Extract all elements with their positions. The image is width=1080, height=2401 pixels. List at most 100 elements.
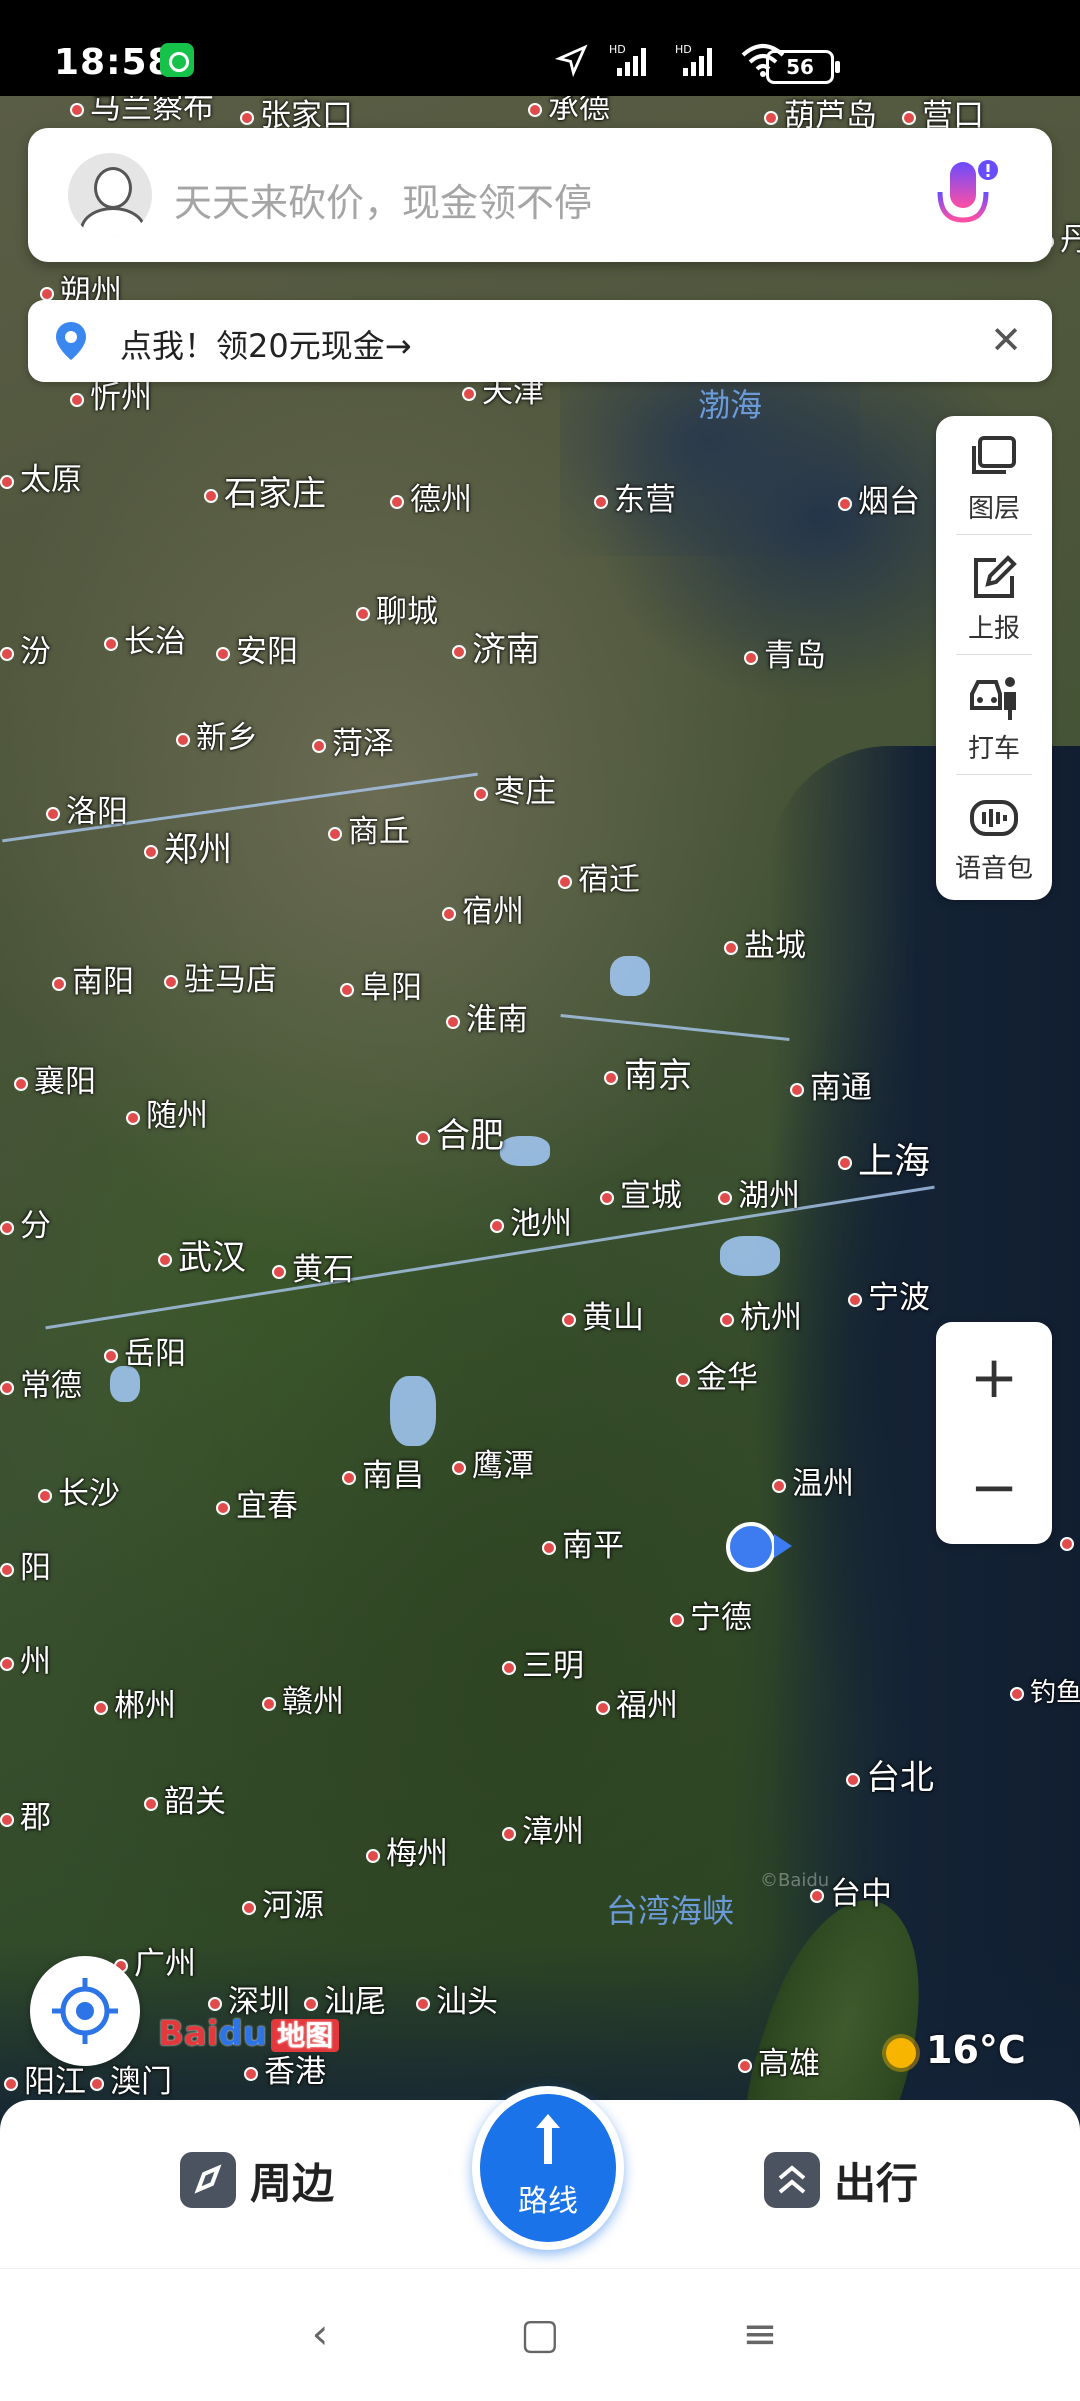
route-button[interactable]: 路线 [472,2086,624,2250]
city-dot-icon [14,1076,28,1091]
city-dot-icon [442,906,456,921]
city-label[interactable]: 汾 [0,626,51,671]
city-label[interactable]: 阳 [0,1542,51,1587]
locate-me-button[interactable] [30,1956,140,2066]
city-label[interactable]: 州 [0,1636,51,1681]
city-label[interactable]: 聊城 [356,586,438,631]
city-label[interactable]: 南昌 [342,1450,424,1495]
city-dot-icon [720,1312,734,1327]
city-label[interactable]: 合肥 [416,1108,504,1157]
city-label[interactable]: 长沙 [38,1468,120,1513]
city-label[interactable]: 福州 [596,1680,678,1725]
zoom-out-button[interactable]: − [936,1432,1052,1542]
city-label[interactable]: 梅州 [366,1828,448,1873]
city-label[interactable]: 枣庄 [474,766,556,811]
zoom-controls: + − [936,1322,1052,1544]
city-label[interactable]: 武汉 [158,1230,246,1279]
city-label[interactable]: 石家庄 [204,466,326,515]
city-label[interactable]: 宁德 [670,1592,752,1637]
city-label[interactable]: 三明 [502,1640,584,1685]
city-label[interactable]: 宁波 [848,1272,930,1317]
report-button[interactable]: 上报 [936,536,1052,654]
city-label[interactable]: 台北 [846,1750,934,1799]
city-label[interactable]: 常德 [0,1360,82,1405]
map-canvas[interactable]: 渤海 台湾海峡 ©Baidu 马兰察布 张家口 承德 葫芦岛 营口 朔州 忻州 … [0,96,1080,2260]
taxi-button[interactable]: 打车 [936,656,1052,774]
city-label[interactable]: 温州 [772,1458,854,1503]
city-label[interactable]: 南京 [604,1048,692,1097]
city-label[interactable]: 鹰潭 [452,1440,534,1485]
city-label[interactable]: 黄山 [562,1292,644,1337]
city-label[interactable]: 高雄 [738,2038,820,2083]
back-button[interactable]: ‹ [290,2309,350,2359]
system-nav-bar: ‹ ▢ ≡ [0,2268,1080,2401]
city-label[interactable]: 宜春 [216,1480,298,1525]
city-label[interactable]: 承德 [528,96,610,127]
taihu-lake [720,1236,780,1276]
search-bar[interactable]: 天天来砍价，现金领不停 [28,128,1052,262]
city-dot-icon [272,1264,286,1279]
city-label[interactable]: 青岛 [744,630,826,675]
layers-button[interactable]: 图层 [936,416,1052,534]
city-label[interactable]: 宣城 [600,1170,682,1215]
city-label[interactable]: 郴州 [94,1680,176,1725]
city-label[interactable]: 郑州 [144,822,232,871]
city-dot-icon [94,1700,108,1715]
city-label[interactable]: 宿迁 [558,854,640,899]
travel-button[interactable]: 出行 [764,2148,918,2212]
city-label[interactable]: 杭州 [720,1292,802,1337]
city-label[interactable]: 金华 [676,1352,758,1397]
city-label[interactable]: 钓鱼岛 [1010,1672,1080,1709]
city-label[interactable]: 岳阳 [104,1328,186,1373]
city-label[interactable]: 河源 [242,1880,324,1925]
close-icon[interactable]: ✕ [984,318,1028,362]
city-label[interactable]: 洛阳 [46,786,128,831]
city-label[interactable]: 上海 [838,1132,930,1184]
nearby-button[interactable]: 周边 [180,2148,334,2212]
city-label[interactable]: 汕头 [416,1976,498,2021]
city-label[interactable]: 东 [1060,1516,1080,1561]
city-label[interactable]: 新乡 [176,712,258,757]
city-label[interactable]: 菏泽 [312,718,394,763]
search-input[interactable]: 天天来砍价，现金领不停 [174,172,592,227]
baidu-map-logo: Baidu 地图 [158,2014,340,2054]
city-label[interactable]: 宿州 [442,886,524,931]
zoom-in-button[interactable]: + [936,1322,1052,1432]
city-label[interactable]: 安阳 [216,626,298,671]
promo-banner[interactable]: 点我！领20元现金→ ✕ [28,300,1052,382]
weather-widget[interactable]: 16°C [886,2028,1026,2072]
voice-pack-button[interactable]: 语音包 [936,776,1052,894]
city-label[interactable]: 马兰察布 [70,96,214,127]
avatar[interactable] [68,153,152,237]
city-label[interactable]: 池州 [490,1198,572,1243]
city-label[interactable]: 太原 [0,454,82,499]
menu-button[interactable]: ≡ [730,2309,790,2359]
home-button[interactable]: ▢ [510,2309,570,2359]
city-label[interactable]: 台中 [810,1868,892,1913]
city-label[interactable]: 济南 [452,622,540,671]
city-label[interactable]: 阜阳 [340,962,422,1007]
city-label[interactable]: 分 [0,1200,51,1245]
city-label[interactable]: 韶关 [144,1776,226,1821]
city-label[interactable]: 长治 [104,616,186,661]
city-label[interactable]: 南阳 [52,956,134,1001]
city-label[interactable]: 东营 [594,474,676,519]
city-label[interactable]: 商丘 [328,806,410,851]
city-label[interactable]: 盐城 [724,920,806,965]
city-label[interactable]: 随州 [126,1090,208,1135]
city-label[interactable]: 南通 [790,1062,872,1107]
city-dot-icon [502,1826,516,1841]
city-label[interactable]: 黄石 [272,1244,354,1289]
promo-text[interactable]: 点我！领20元现金→ [120,321,412,367]
city-label[interactable]: 漳州 [502,1806,584,1851]
city-label[interactable]: 南平 [542,1520,624,1565]
voice-mic-icon[interactable] [930,156,1000,236]
city-label[interactable]: 德州 [390,474,472,519]
city-label[interactable]: 赣州 [262,1676,344,1721]
city-label[interactable]: 郡 [0,1792,51,1837]
city-label[interactable]: 淮南 [446,994,528,1039]
city-label[interactable]: 襄阳 [14,1056,96,1101]
city-label[interactable]: 湖州 [718,1170,800,1215]
city-label[interactable]: 驻马店 [164,954,277,999]
city-label[interactable]: 烟台 [838,476,920,521]
